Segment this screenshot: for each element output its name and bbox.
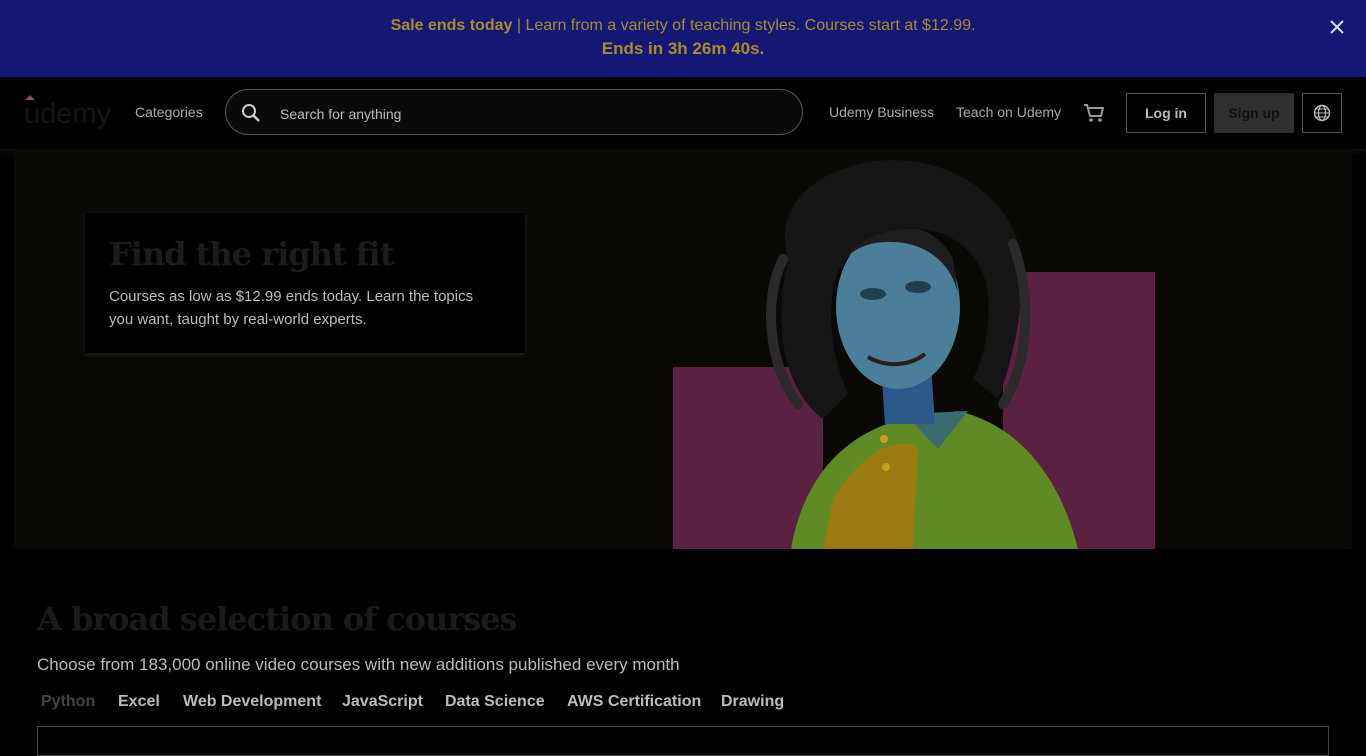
login-button[interactable]: Log in bbox=[1126, 93, 1206, 133]
banner-message: Sale ends today | Learn from a variety o… bbox=[0, 17, 1366, 35]
teach-on-udemy-link[interactable]: Teach on Udemy bbox=[956, 104, 1061, 120]
hero-card: Find the right fit Courses as low as $12… bbox=[85, 213, 525, 353]
close-icon[interactable] bbox=[1328, 18, 1346, 36]
cart-icon[interactable] bbox=[1083, 102, 1105, 129]
section-subtitle: Choose from 183,000 online video courses… bbox=[37, 655, 680, 674]
hero-section: Find the right fit Courses as low as $12… bbox=[14, 149, 1352, 549]
tab-data-science[interactable]: Data Science bbox=[445, 693, 545, 711]
hero-person-image bbox=[673, 149, 1155, 549]
course-panel bbox=[37, 726, 1329, 756]
search-bar[interactable] bbox=[225, 89, 803, 135]
tab-excel[interactable]: Excel bbox=[118, 693, 160, 711]
tab-aws-certification[interactable]: AWS Certification bbox=[567, 693, 701, 711]
search-input[interactable] bbox=[278, 102, 782, 126]
section-title: A broad selection of courses bbox=[37, 600, 517, 638]
globe-icon bbox=[1313, 104, 1331, 125]
logo-wordmark: udemy bbox=[24, 98, 112, 130]
search-icon[interactable] bbox=[240, 102, 262, 129]
tab-python[interactable]: Python bbox=[41, 693, 95, 711]
udemy-business-link[interactable]: Udemy Business bbox=[829, 104, 934, 120]
banner-text: | Learn from a variety of teaching style… bbox=[512, 17, 976, 34]
hero-title: Find the right fit bbox=[109, 235, 394, 273]
banner-countdown: Ends in 3h 26m 40s. bbox=[601, 39, 765, 58]
udemy-logo[interactable]: udemy bbox=[24, 93, 116, 133]
hero-body: Courses as low as $12.99 ends today. Lea… bbox=[109, 288, 474, 328]
banner-highlight[interactable]: Sale ends today bbox=[391, 17, 513, 34]
tab-web-development[interactable]: Web Development bbox=[183, 693, 321, 711]
categories-link[interactable]: Categories bbox=[135, 104, 203, 120]
top-header: udemy Categories Udemy Business Teach on… bbox=[0, 77, 1366, 150]
language-button[interactable] bbox=[1302, 93, 1342, 133]
promo-banner: Sale ends today | Learn from a variety o… bbox=[0, 0, 1366, 77]
tab-javascript[interactable]: JavaScript bbox=[342, 693, 423, 711]
tab-drawing[interactable]: Drawing bbox=[721, 693, 784, 711]
signup-button[interactable]: Sign up bbox=[1214, 93, 1294, 133]
